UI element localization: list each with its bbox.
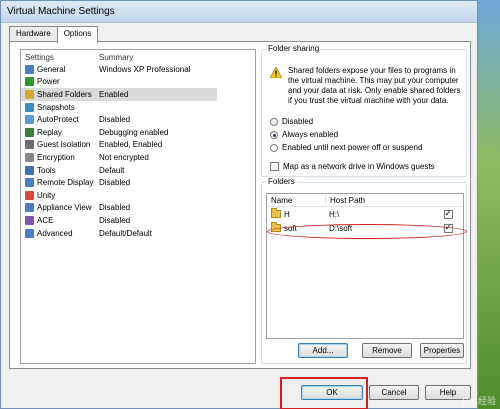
snapshots-icon [25, 102, 34, 112]
settings-row-summary: Disabled [99, 203, 131, 213]
folder-icon [271, 208, 281, 218]
settings-row-summary: Windows XP Professional [99, 64, 191, 74]
enabled-until-poweroff-radio[interactable] [270, 143, 278, 152]
settings-row-power[interactable]: Power [21, 76, 255, 89]
settings-row-summary: Default/Default [99, 228, 152, 238]
settings-row-tools[interactable]: Tools Default [21, 164, 255, 177]
warning-icon [270, 67, 282, 78]
settings-row-general[interactable]: General Windows XP Professional [21, 63, 255, 76]
map-network-drive-label: Map as a network drive in Windows guests [283, 162, 435, 171]
tools-icon [25, 165, 34, 175]
settings-row-summary: Disabled [99, 115, 131, 125]
settings-rows: General Windows XP Professional Power Share… [21, 63, 255, 239]
disabled-radio-option[interactable]: Disabled [270, 117, 313, 126]
settings-row-label: Power [37, 77, 60, 87]
ace-icon [25, 215, 34, 225]
add-folder-button[interactable]: Add... [298, 343, 348, 358]
settings-row-summary: Not encrypted [99, 152, 149, 162]
options-panel: Settings Summary General Windows XP Profe… [9, 41, 471, 369]
folder-properties-button[interactable]: Properties [420, 343, 464, 358]
folders-table-header: Name Host Path [267, 194, 463, 207]
settings-row-remote-display[interactable]: Remote Display Disabled [21, 176, 255, 189]
cancel-button[interactable]: Cancel [369, 385, 419, 400]
settings-row-summary: Disabled [99, 178, 131, 188]
settings-window: Virtual Machine Settings Hardware Option… [0, 0, 478, 409]
settings-row-summary: Enabled, Enabled [99, 140, 163, 150]
settings-row-label: Unity [37, 190, 56, 200]
warning-text: Shared folders expose your files to prog… [288, 66, 461, 105]
settings-list-header: Settings Summary [21, 50, 255, 63]
annotation-oval [267, 224, 467, 239]
tab-options[interactable]: Options [56, 26, 99, 43]
autoprotect-icon [25, 115, 34, 125]
remote-display-icon [25, 178, 34, 188]
general-icon [25, 64, 34, 74]
folder-sharing-title: Folder sharing [266, 44, 322, 53]
enabled-until-poweroff-radio-label: Enabled until next power off or suspend [282, 143, 423, 152]
settings-row-label: Replay [37, 127, 62, 137]
settings-row-label: Snapshots [37, 102, 75, 112]
always-enabled-radio[interactable] [270, 130, 278, 139]
title-bar[interactable]: Virtual Machine Settings [1, 1, 477, 23]
settings-list: Settings Summary General Windows XP Profe… [20, 49, 256, 364]
settings-row-autoprotect[interactable]: AutoProtect Disabled [21, 113, 255, 126]
folder-sharing-group: Folder sharing Shared folders expose you… [261, 44, 467, 177]
settings-row-ace[interactable]: ACE Disabled [21, 214, 255, 227]
settings-row-guest-isolation[interactable]: Guest Isolation Enabled, Enabled [21, 139, 255, 152]
settings-row-label: Appliance View [37, 203, 92, 213]
always-enabled-radio-label: Always enabled [282, 130, 339, 139]
guest-isolation-icon [25, 140, 34, 150]
power-icon [25, 77, 34, 87]
settings-row-label: ACE [37, 215, 54, 225]
folders-group: Folders Name Host Path H H:\ soft D:\sof… [261, 177, 467, 364]
watermark-text: Bai 经验 [462, 396, 496, 406]
settings-row-summary: Debugging enabled [99, 127, 169, 137]
remove-folder-button[interactable]: Remove [362, 343, 412, 358]
settings-row-label: Shared Folders [37, 89, 92, 99]
settings-row-label: Tools [37, 165, 56, 175]
settings-row-appliance-view[interactable]: Appliance View Disabled [21, 202, 255, 215]
folders-table: Name Host Path H H:\ soft D:\soft [266, 193, 467, 339]
tab-strip: Hardware Options [9, 26, 99, 43]
settings-row-label: Guest Isolation [37, 140, 91, 150]
settings-column-header: Settings [25, 53, 54, 62]
appliance-view-icon [25, 203, 34, 213]
tab-hardware[interactable]: Hardware [9, 26, 58, 42]
settings-row-encryption[interactable]: Encryption Not encrypted [21, 151, 255, 164]
settings-row-summary: Disabled [99, 215, 131, 225]
host-path-column-header[interactable]: Host Path [325, 194, 437, 206]
encryption-icon [25, 152, 34, 162]
folder-row-h[interactable]: H H:\ [267, 207, 463, 221]
enabled-until-poweroff-radio-option[interactable]: Enabled until next power off or suspend [270, 143, 422, 152]
disabled-radio[interactable] [270, 117, 278, 126]
settings-row-label: Advanced [37, 228, 73, 238]
disabled-radio-label: Disabled [282, 117, 314, 126]
settings-row-label: Remote Display [37, 178, 94, 188]
settings-row-unity[interactable]: Unity [21, 189, 255, 202]
folders-title: Folders [266, 177, 297, 186]
settings-row-advanced[interactable]: Advanced Default/Default [21, 227, 255, 240]
unity-icon [25, 190, 34, 200]
advanced-icon [25, 228, 34, 238]
annotation-ok-highlight [280, 377, 368, 409]
map-network-drive-checkbox[interactable] [270, 162, 279, 171]
settings-row-label: General [37, 64, 66, 74]
summary-column-header: Summary [99, 53, 134, 62]
map-network-drive-option[interactable]: Map as a network drive in Windows guests [270, 162, 435, 171]
folder-host-path: H:\ [329, 209, 340, 219]
settings-row-label: Encryption [37, 152, 75, 162]
settings-row-label: AutoProtect [37, 115, 79, 125]
folder-enabled-checkbox[interactable] [443, 208, 453, 219]
shared-folders-icon [25, 89, 34, 99]
settings-row-summary: Default [99, 165, 125, 175]
folder-name: H [284, 209, 290, 219]
settings-row-replay[interactable]: Replay Debugging enabled [21, 126, 255, 139]
name-column-header[interactable]: Name [267, 196, 325, 205]
window-title: Virtual Machine Settings [7, 6, 115, 17]
settings-row-shared-folders[interactable]: Shared Folders Enabled [21, 88, 217, 101]
always-enabled-radio-option[interactable]: Always enabled [270, 130, 338, 139]
settings-row-summary: Enabled [99, 89, 129, 99]
replay-icon [25, 127, 34, 137]
settings-row-snapshots[interactable]: Snapshots [21, 101, 255, 114]
